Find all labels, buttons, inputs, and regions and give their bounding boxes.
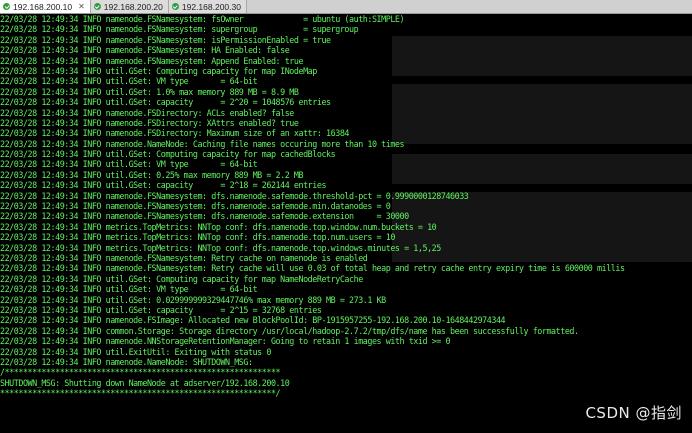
tab-session-1[interactable]: 192.168.200.10 ✕ [0, 0, 91, 13]
terminal-line: 22/03/28 12:49:34 INFO util.GSet: 0.0299… [0, 294, 386, 305]
terminal-line: 22/03/28 12:49:34 INFO util.GSet: Comput… [0, 273, 363, 284]
terminal-line: 22/03/28 12:49:34 INFO util.GSet: Comput… [0, 149, 336, 160]
terminal-line: 22/03/28 12:49:34 INFO namenode.FSNamesy… [0, 45, 290, 56]
terminal-line: 22/03/28 12:49:34 INFO namenode.FSNamesy… [0, 263, 625, 274]
terminal-line: 22/03/28 12:49:34 INFO namenode.FSImage:… [0, 315, 506, 326]
watermark: CSDN @指剑 [585, 404, 682, 422]
tab-session-2[interactable]: 192.168.200.20 [90, 0, 169, 13]
terminal-line: 22/03/28 12:49:34 INFO namenode.FSNamesy… [0, 55, 304, 66]
terminal-line: 22/03/28 12:49:34 INFO namenode.NameNode… [0, 138, 405, 149]
connected-check-icon [3, 3, 10, 10]
connected-check-icon [93, 3, 101, 10]
terminal-line: 22/03/28 12:49:34 INFO namenode.FSNamesy… [0, 252, 368, 263]
terminal-line: 22/03/28 12:49:34 INFO util.GSet: VM typ… [0, 284, 258, 295]
terminal-line: 22/03/28 12:49:34 INFO metrics.TopMetric… [0, 221, 437, 232]
terminal-line: 22/03/28 12:49:34 INFO namenode.FSNamesy… [0, 190, 469, 201]
terminal-line: 22/03/28 12:49:34 INFO util.GSet: Comput… [0, 65, 317, 76]
terminal-line: 22/03/28 12:49:34 INFO util.GSet: 1.0% m… [0, 86, 299, 97]
terminal-line: ****************************************… [0, 388, 281, 399]
terminal-line: 22/03/28 12:49:34 INFO namenode.FSNamesy… [0, 24, 359, 35]
terminal-line: 22/03/28 12:49:34 INFO metrics.TopMetric… [0, 232, 395, 243]
terminal-line: 22/03/28 12:49:34 INFO util.GSet: VM typ… [0, 159, 258, 170]
terminal-line: 22/03/28 12:49:34 INFO util.GSet: capaci… [0, 97, 331, 108]
terminal-line: 22/03/28 12:49:34 INFO util.GSet: capaci… [0, 304, 322, 315]
tab-label: 192.168.200.10 [13, 1, 73, 12]
terminal-line: 22/03/28 12:49:34 INFO namenode.FSNamesy… [0, 211, 409, 222]
terminal-line: 22/03/28 12:49:34 INFO util.GSet: capaci… [0, 180, 327, 191]
tab-session-3[interactable]: 192.168.200.30 [168, 0, 247, 13]
terminal-line: 22/03/28 12:49:34 INFO namenode.FSNamesy… [0, 201, 391, 212]
terminal-line: 22/03/28 12:49:34 INFO namenode.NNStorag… [0, 336, 451, 347]
tab-strip-empty [246, 0, 692, 13]
terminal-line: 22/03/28 12:49:34 INFO util.GSet: VM typ… [0, 76, 258, 87]
terminal-line: 22/03/28 12:49:34 INFO namenode.FSDirect… [0, 117, 299, 128]
terminal-line: 22/03/28 12:49:34 INFO util.ExitUtil: Ex… [0, 346, 271, 357]
tab-close-icon[interactable]: ✕ [78, 2, 85, 11]
terminal-line: 22/03/28 12:49:34 INFO namenode.FSNamesy… [0, 14, 405, 24]
terminal-line: 22/03/28 12:49:34 INFO util.GSet: 0.25% … [0, 169, 304, 180]
terminal-line: 22/03/28 12:49:34 INFO namenode.FSDirect… [0, 128, 350, 139]
terminal-line: 22/03/28 12:49:34 INFO common.Storage: S… [0, 325, 579, 336]
terminal-output[interactable]: 22/03/28 12:49:34 INFO namenode.FSNamesy… [0, 14, 692, 433]
terminal-line: /***************************************… [0, 367, 281, 378]
terminal-line: 22/03/28 12:49:34 INFO namenode.FSDirect… [0, 107, 294, 118]
terminal-line: SHUTDOWN_MSG: Shutting down NameNode at … [0, 377, 290, 388]
terminal-line: 22/03/28 12:49:34 INFO metrics.TopMetric… [0, 242, 441, 253]
tab-label: 192.168.200.20 [103, 1, 163, 12]
tab-label: 192.168.200.30 [181, 1, 241, 12]
terminal-line: 22/03/28 12:49:34 INFO namenode.FSNamesy… [0, 34, 331, 45]
terminal-line: 22/03/28 12:49:34 INFO namenode.NameNode… [0, 356, 253, 367]
connected-check-icon [171, 3, 179, 10]
session-tab-bar: 192.168.200.10 ✕ 192.168.200.20 192.168.… [0, 0, 692, 14]
